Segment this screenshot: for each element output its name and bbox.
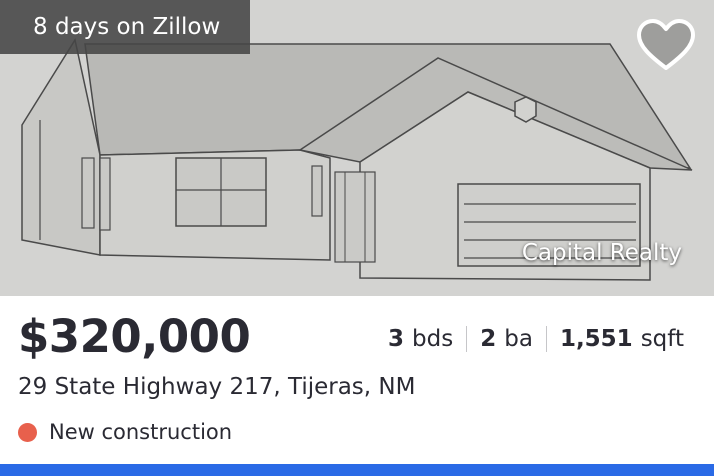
favorite-button[interactable]: [636, 18, 696, 74]
listing-facts: 3 bds 2 ba 1,551 sqft: [388, 326, 684, 352]
facts-divider: [545, 326, 547, 352]
baths-count: 2: [480, 326, 497, 352]
sqft-count: 1,551: [559, 326, 633, 352]
days-on-zillow-badge: 8 days on Zillow: [0, 0, 251, 54]
broker-name: Capital Realty: [521, 240, 682, 266]
baths-unit: ba: [504, 326, 533, 352]
listing-status: New construction: [18, 420, 232, 444]
status-label: New construction: [49, 420, 233, 444]
sqft-unit: sqft: [640, 326, 684, 352]
listing-details[interactable]: $320,000 3 bds 2 ba 1,551 sqft 29 State …: [0, 296, 714, 464]
listing-address[interactable]: 29 State Highway 217, Tijeras, NM: [18, 374, 415, 400]
card-bottom-accent-bar: [0, 464, 714, 476]
status-dot-icon: [18, 422, 37, 442]
listing-price: $320,000: [18, 310, 251, 363]
heart-icon: [637, 19, 695, 70]
facts-divider: [466, 326, 468, 352]
beds-unit: bds: [412, 326, 454, 352]
listing-photo[interactable]: 8 days on Zillow Capital Realty: [0, 0, 714, 296]
listing-card[interactable]: 8 days on Zillow Capital Realty $320,000…: [0, 0, 714, 476]
beds-count: 3: [388, 326, 405, 352]
